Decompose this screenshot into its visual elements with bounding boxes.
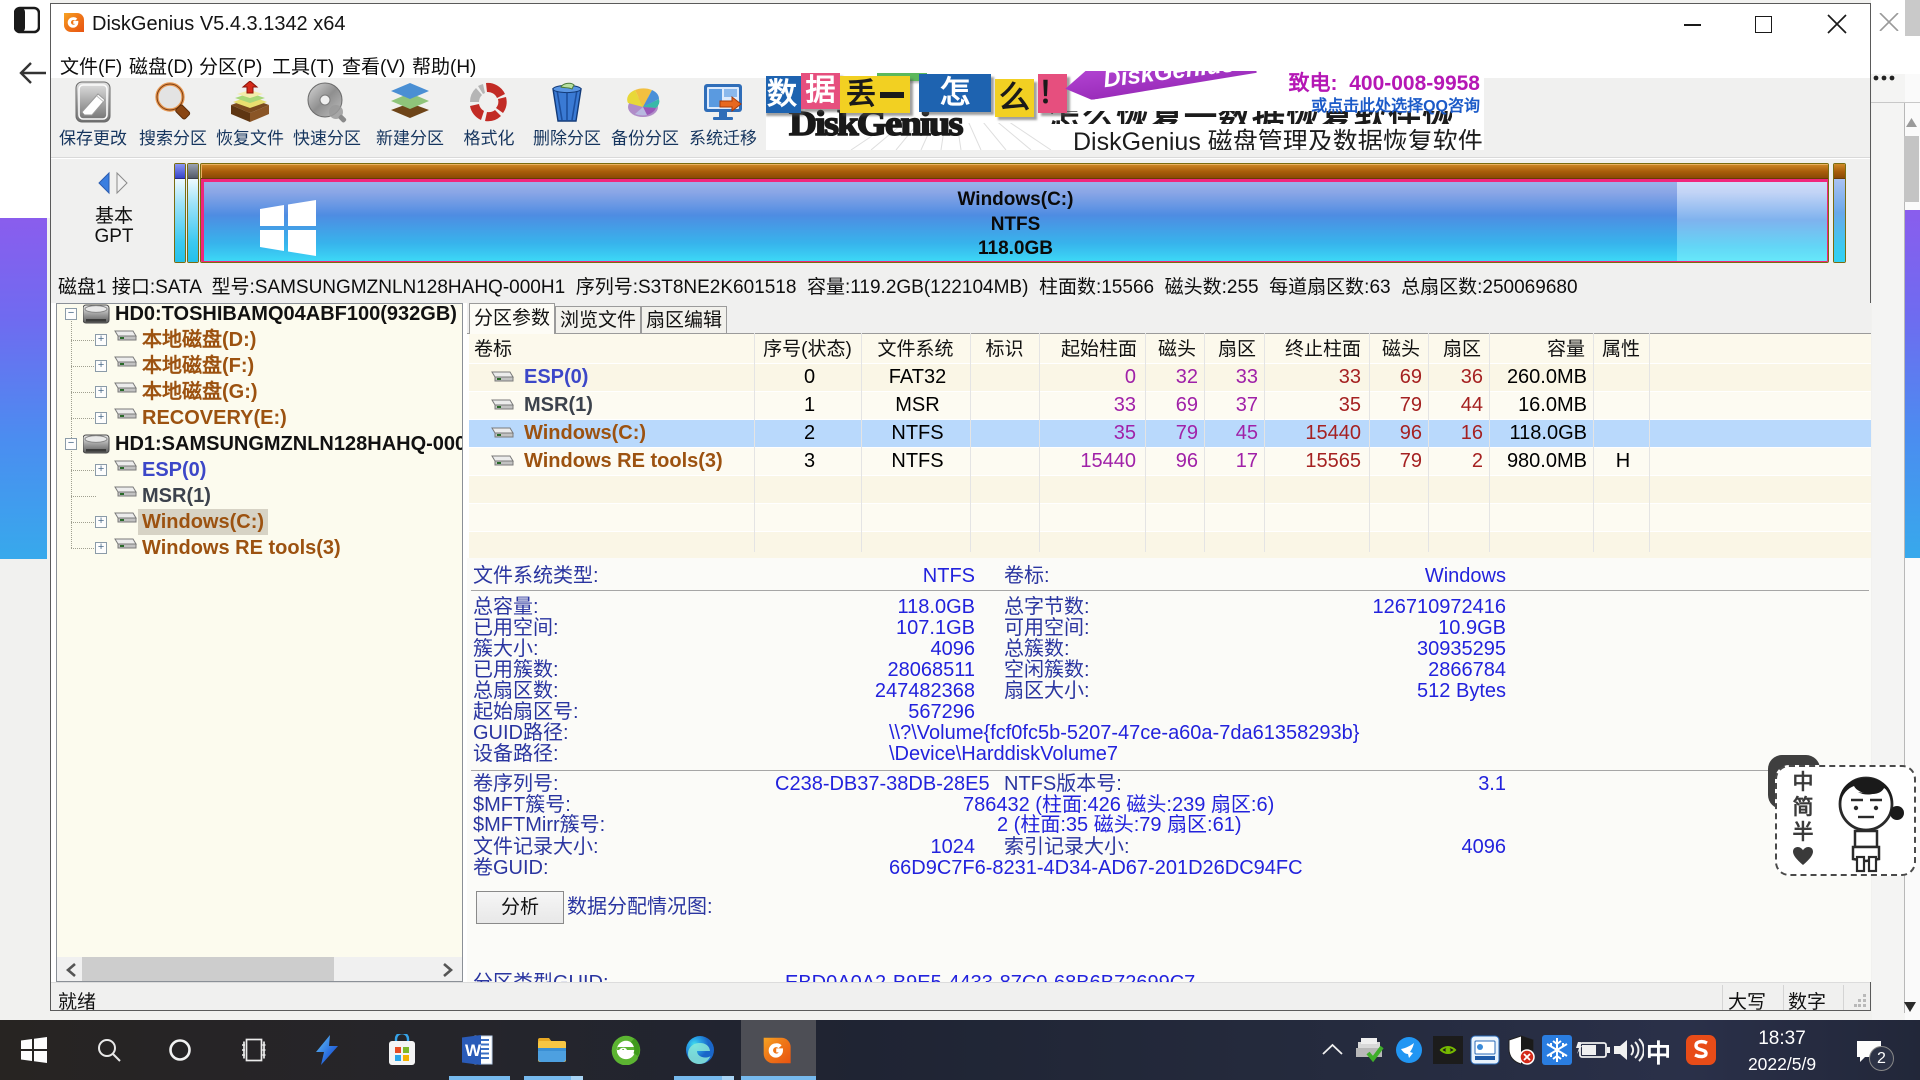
svg-text:e: e [618,1038,628,1063]
svg-text:W: W [465,1041,482,1060]
